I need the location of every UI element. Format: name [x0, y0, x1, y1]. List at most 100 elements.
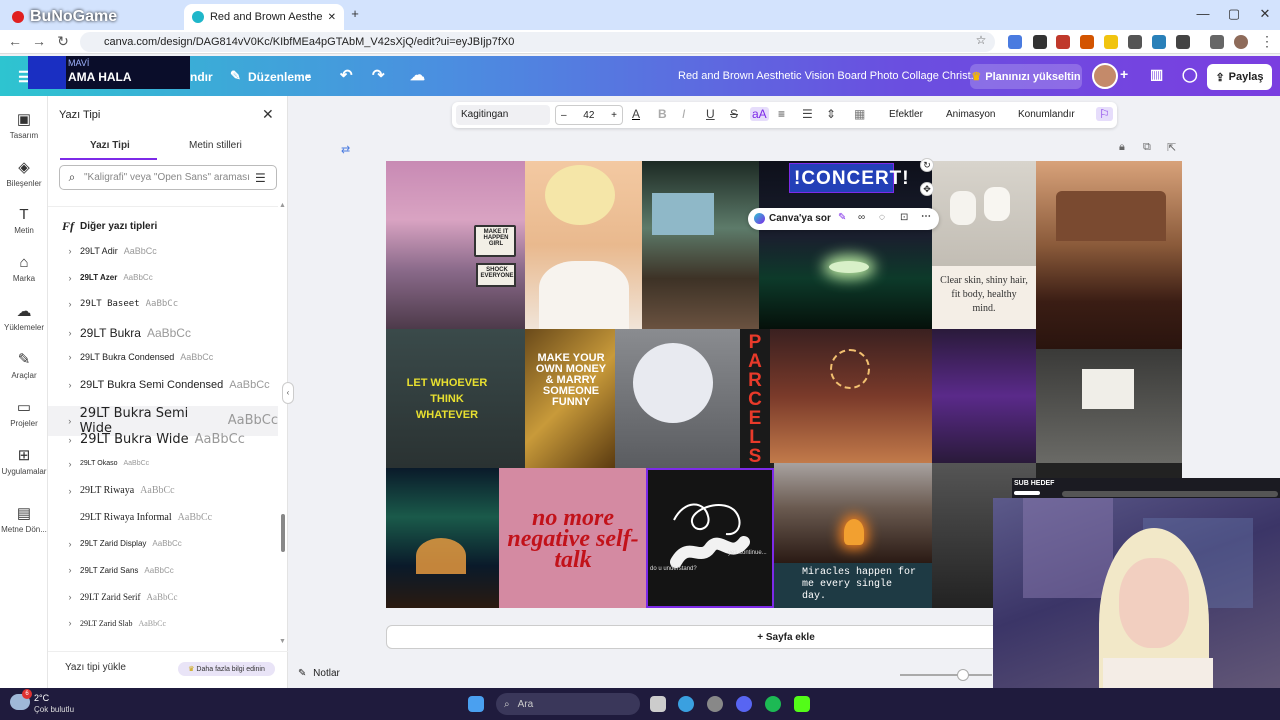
extension-icon[interactable]	[1128, 35, 1142, 49]
underline-icon[interactable]: U	[706, 107, 715, 121]
font-list-item[interactable]: › 29LT Baseet AaBbCc	[48, 299, 278, 309]
scroll-up-icon[interactable]: ▲	[279, 202, 286, 209]
extension-icon[interactable]	[1080, 35, 1094, 49]
scrollbar-thumb[interactable]	[281, 514, 285, 552]
upload-font-link[interactable]: Yazı tipi yükle	[65, 662, 126, 673]
chevron-right-icon[interactable]: ›	[60, 435, 80, 445]
rail-item-brand[interactable]: ⌂ Marka	[0, 254, 48, 283]
undo-icon[interactable]: ↶	[340, 66, 353, 84]
obs-icon[interactable]	[707, 696, 723, 712]
photo-beach-bonfire[interactable]	[774, 463, 932, 563]
extension-icon[interactable]	[1152, 35, 1166, 49]
bookmark-star-icon[interactable]: ☆	[972, 33, 990, 47]
scroll-down-icon[interactable]: ▼	[279, 638, 286, 645]
letter-case-icon[interactable]: aA	[750, 107, 769, 121]
add-collaborator-icon[interactable]: +	[1120, 66, 1128, 82]
font-search-input[interactable]: ⌕ "Kaligrafi" veya "Open Sans" araması ☰	[59, 165, 277, 190]
close-panel-icon[interactable]: ✕	[262, 106, 274, 123]
extension-icon[interactable]	[1056, 35, 1070, 49]
chevron-right-icon[interactable]: ›	[60, 416, 80, 426]
italic-icon[interactable]: I	[682, 107, 685, 121]
zoom-slider-knob[interactable]	[957, 669, 969, 681]
more-options-icon[interactable]: ⋯	[921, 211, 931, 222]
decrease-size-button[interactable]: –	[561, 110, 567, 121]
edit-mode-dropdown[interactable]: Düzenleme	[248, 70, 311, 84]
tab-bunogame[interactable]: BuNoGame	[4, 4, 180, 30]
chevron-right-icon[interactable]: ›	[60, 565, 80, 575]
spotify-icon[interactable]	[765, 696, 781, 712]
chevron-right-icon[interactable]: ›	[60, 486, 80, 496]
photo-purple-woman[interactable]	[932, 329, 1036, 463]
chevron-right-icon[interactable]: ›	[60, 299, 80, 309]
translate-badge-icon[interactable]: ⇄	[341, 143, 350, 156]
font-list-item[interactable]: › 29LT Zarid Serif AaBbCc	[48, 592, 278, 602]
font-list-item[interactable]: › 29LT Bukra Semi Wide AaBbCc	[48, 405, 278, 436]
chevron-right-icon[interactable]: ›	[60, 273, 80, 283]
taskbar-search[interactable]: ⌕ Ara	[496, 693, 640, 715]
quote-miracles[interactable]: Miracles happen for me every single day.	[774, 563, 932, 608]
ask-canva-button[interactable]: Canva'ya sor	[769, 213, 831, 224]
extension-translate-icon[interactable]	[1008, 35, 1022, 49]
lock-icon[interactable]: ⊡	[900, 212, 908, 223]
font-list-item[interactable]: › 29LT Zarid Sans AaBbCc	[48, 565, 278, 575]
transparency-checker-icon[interactable]: ▦	[854, 107, 865, 121]
font-list-item[interactable]: › 29LT Okaso AaBbCc	[48, 459, 278, 469]
selected-element-do-u-understand[interactable]: do u understand? yes continue...	[646, 468, 774, 608]
rail-item-apps[interactable]: ⊞ Uygulamalar	[0, 446, 48, 476]
document-title[interactable]: Red and Brown Aesthetic Vision Board Pho…	[678, 70, 980, 82]
photo-aurora-igloo[interactable]	[386, 468, 499, 608]
rail-item-text-to[interactable]: ▤ Metne Dön...	[0, 504, 48, 534]
chevron-right-icon[interactable]: ›	[60, 459, 80, 469]
lock-page-icon[interactable]: 🔒︎	[1119, 141, 1125, 154]
photo-outdoor-cinema[interactable]	[642, 161, 759, 329]
list-icon[interactable]: ☰	[802, 107, 813, 121]
user-avatar[interactable]	[1092, 63, 1118, 89]
font-list-item[interactable]: › 29LT Zarid Display AaBbCc	[48, 539, 278, 549]
share-button[interactable]: ⇪ Paylaş	[1207, 64, 1272, 90]
comment-icon[interactable]: ◯	[1182, 66, 1198, 83]
photo-cherry-blossom-street[interactable]: MAKE IT HAPPEN GIRL SHOCK EVERYONE	[386, 161, 525, 329]
position-button[interactable]: Konumlandır	[1018, 109, 1075, 120]
align-center-icon[interactable]: ≡	[778, 107, 785, 121]
font-family-dropdown[interactable]: Kagitingan	[456, 105, 550, 125]
url-input[interactable]: canva.com/design/DAG814vV0Kc/KIbfMEa4pGT…	[80, 32, 995, 52]
photo-parcels-sign[interactable]: PARCELS	[740, 329, 770, 468]
rail-item-uploads[interactable]: ☁ Yüklemeler	[0, 302, 48, 332]
extension-icon[interactable]	[1104, 35, 1118, 49]
text-color-icon[interactable]: A	[632, 107, 640, 121]
photo-concert-stage[interactable]: !CONCERT!	[759, 161, 932, 329]
font-list-item[interactable]: 29LT Riwaya Informal AaBbCc	[48, 512, 278, 523]
animation-button[interactable]: Animasyon	[946, 109, 995, 120]
discord-icon[interactable]	[736, 696, 752, 712]
photo-fit-body[interactable]	[1036, 349, 1182, 463]
tab-canva-design[interactable]: Red and Brown Aesthetic Vision ✕	[184, 4, 344, 30]
more-menu-icon[interactable]: ⋮	[1258, 33, 1276, 50]
photo-ferris-wheel-cafe[interactable]	[770, 329, 932, 463]
header-menu-truncated[interactable]: ndır	[190, 70, 213, 84]
profile-avatar[interactable]	[1234, 35, 1248, 49]
add-page-icon[interactable]: ⇱	[1167, 141, 1176, 154]
chevron-right-icon[interactable]: ›	[60, 618, 80, 628]
back-icon[interactable]: ←	[6, 33, 24, 49]
rotate-handle-icon[interactable]: ↻	[920, 158, 934, 172]
photo-gold-money[interactable]: MAKE YOUR OWN MONEY & MARRY SOMEONE FUNN…	[525, 329, 615, 468]
chevron-right-icon[interactable]: ›	[60, 539, 80, 549]
increase-size-button[interactable]: +	[611, 110, 617, 121]
task-view-icon[interactable]	[650, 696, 666, 712]
forward-icon[interactable]: →	[30, 33, 48, 49]
rail-item-text[interactable]: T Metin	[0, 206, 48, 235]
tab-fonts[interactable]: Yazı Tipi	[90, 140, 130, 151]
paint-format-icon[interactable]: ⚐	[1096, 107, 1113, 121]
bold-icon[interactable]: B	[658, 107, 667, 121]
font-list-item[interactable]: › 29LT Zarid Slab AaBbCc	[48, 618, 278, 628]
windows-start-icon[interactable]	[468, 696, 484, 712]
font-list-item[interactable]: › 29LT Bukra Semi Condensed AaBbCc	[48, 379, 278, 391]
font-list-item[interactable]: › 29LT Riwaya AaBbCc	[48, 485, 278, 496]
chevron-right-icon[interactable]: ›	[60, 328, 80, 338]
photo-flower-bouquet[interactable]	[615, 329, 740, 468]
comment-plus-icon[interactable]: ◌	[879, 212, 885, 223]
photo-cartoon-blonde-woman[interactable]	[525, 161, 642, 329]
magic-edit-icon[interactable]: ✎	[838, 212, 846, 223]
reload-icon[interactable]: ↻	[54, 33, 72, 50]
download-icon[interactable]	[1210, 35, 1224, 49]
